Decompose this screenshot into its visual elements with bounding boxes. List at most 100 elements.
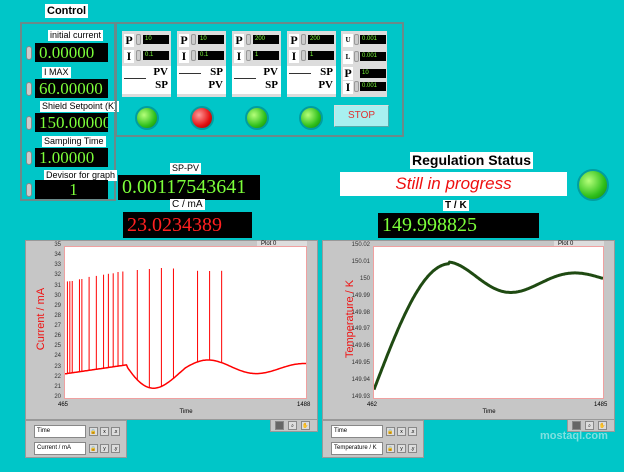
x-scale-name: Time — [34, 425, 86, 438]
i-value[interactable]: 0.001 — [360, 82, 386, 91]
i-value[interactable]: 0.1 — [143, 51, 169, 60]
autoscale-y-icon[interactable]: y — [397, 444, 406, 453]
regulation-led — [577, 169, 609, 201]
l-label: L — [343, 51, 353, 64]
pid-subpanel: P 10 I 0.1 SP PV — [177, 31, 226, 97]
control-stepper[interactable] — [26, 151, 32, 165]
cursor-tool-icon[interactable] — [275, 421, 284, 430]
y-tick-label: 149.94 — [351, 377, 370, 384]
graph-palette: ⌕ ✋ — [270, 419, 318, 432]
l-value[interactable]: 0.001 — [360, 52, 386, 61]
i-stepper[interactable] — [191, 50, 196, 61]
format-x-icon[interactable]: .x — [111, 427, 120, 436]
pv-sp-schematic: SP PV — [177, 66, 226, 94]
temperature-label: T / K — [443, 200, 469, 211]
i-stepper[interactable] — [136, 50, 141, 61]
i-label: I — [343, 81, 353, 94]
led-indicator-4 — [299, 106, 323, 130]
control-title: Control — [45, 4, 89, 18]
graph-0: Plot 0 35 34 33 32 31 30 29 28 27 26 25 24 23 22 21 20 … — [25, 240, 318, 420]
y-tick-label: 149.93 — [351, 394, 370, 400]
p-label: P — [124, 33, 134, 47]
pid-subpanel: P 10 I 0.1 PV SP — [122, 31, 171, 97]
l-stepper[interactable] — [354, 51, 359, 62]
p-value[interactable]: 200 — [308, 35, 334, 44]
i-stepper[interactable] — [354, 81, 359, 92]
p-label: P — [289, 33, 299, 47]
pv-sp-schematic: PV SP — [232, 66, 281, 94]
i-value[interactable]: 1 — [253, 51, 279, 60]
scale-legend: Time Temperature / K 🔒 x .x 🔒 y .y — [322, 420, 424, 458]
series-line — [64, 359, 306, 389]
control-input[interactable]: 60.00000 — [35, 79, 108, 98]
p-value[interactable]: 10 — [143, 35, 169, 44]
format-x-icon[interactable]: .x — [408, 427, 417, 436]
regulation-status-text: Still in progress — [340, 172, 567, 196]
i-value[interactable]: 0.1 — [198, 51, 224, 60]
control-label: Shield Setpoint (K) — [40, 101, 120, 112]
schematic-bottom-label: SP — [265, 79, 278, 91]
p-label: P — [343, 66, 353, 80]
schematic-top-label: PV — [153, 66, 168, 78]
control-input[interactable]: 1.00000 — [35, 148, 108, 167]
x-axis-label: Time — [482, 409, 496, 415]
led-indicator-3 — [245, 106, 269, 130]
y-tick-label: 21 — [54, 383, 61, 390]
i-label: I — [124, 50, 134, 63]
x-scale-name: Time — [331, 425, 383, 438]
autoscale-y-icon[interactable]: y — [100, 444, 109, 453]
p-value[interactable]: 10 — [198, 35, 224, 44]
sp-pv-label: SP-PV — [170, 163, 202, 174]
p-stepper[interactable] — [136, 34, 141, 45]
i-stepper[interactable] — [301, 50, 306, 61]
schematic-top-label: SP — [320, 66, 333, 78]
p-value[interactable]: 10 — [360, 69, 386, 78]
lock-icon[interactable]: 🔒 — [89, 444, 98, 453]
i-label: I — [234, 50, 244, 63]
p-stepper[interactable] — [246, 34, 251, 45]
stop-button[interactable]: STOP — [334, 105, 389, 127]
control-input[interactable]: 0.00000 — [35, 43, 108, 62]
control-label: I MAX — [42, 67, 71, 78]
y-axis-label: Current / mA — [35, 287, 47, 351]
format-y-icon[interactable]: .y — [111, 444, 120, 453]
format-y-icon[interactable]: .y — [408, 444, 417, 453]
p-value[interactable]: 200 — [253, 35, 279, 44]
plot-area[interactable] — [64, 246, 307, 399]
i-value[interactable]: 1 — [308, 51, 334, 60]
schematic-line — [179, 73, 201, 74]
autoscale-x-icon[interactable]: x — [100, 427, 109, 436]
u-stepper[interactable] — [354, 34, 359, 45]
lock-icon[interactable]: 🔒 — [386, 427, 395, 436]
i-label: I — [289, 50, 299, 63]
control-stepper[interactable] — [26, 82, 32, 96]
regulation-status-label: Regulation Status — [410, 152, 534, 169]
zoom-tool-icon[interactable]: ⌕ — [585, 421, 594, 430]
lock-icon[interactable]: 🔒 — [386, 444, 395, 453]
pid-subpanel: P 200 I 1 SP PV — [287, 31, 336, 97]
p-stepper[interactable] — [301, 34, 306, 45]
cursor-tool-icon[interactable] — [572, 421, 581, 430]
i-stepper[interactable] — [246, 50, 251, 61]
schematic-line — [289, 73, 311, 74]
control-label: initial current — [48, 30, 104, 41]
pan-tool-icon[interactable]: ✋ — [301, 421, 310, 430]
autoscale-x-icon[interactable]: x — [397, 427, 406, 436]
control-stepper[interactable] — [26, 183, 32, 197]
schematic-bottom-label: PV — [208, 79, 223, 91]
plot-area[interactable] — [372, 246, 604, 399]
pan-tool-icon[interactable]: ✋ — [598, 421, 607, 430]
schematic-bottom-label: SP — [155, 79, 168, 91]
control-stepper[interactable] — [26, 116, 32, 130]
y-tick-label: 150.02 — [351, 242, 370, 248]
control-stepper[interactable] — [26, 46, 32, 60]
control-input[interactable]: 150.00000 — [35, 113, 108, 132]
y-tick-label: 35 — [54, 242, 61, 248]
lock-icon[interactable]: 🔒 — [89, 427, 98, 436]
p-stepper[interactable] — [191, 34, 196, 45]
u-value[interactable]: 0.001 — [360, 35, 386, 44]
x-max-label: 1488 — [297, 402, 311, 408]
control-input[interactable]: 1 — [35, 180, 108, 199]
x-min-label: 462 — [367, 402, 378, 408]
zoom-tool-icon[interactable]: ⌕ — [288, 421, 297, 430]
